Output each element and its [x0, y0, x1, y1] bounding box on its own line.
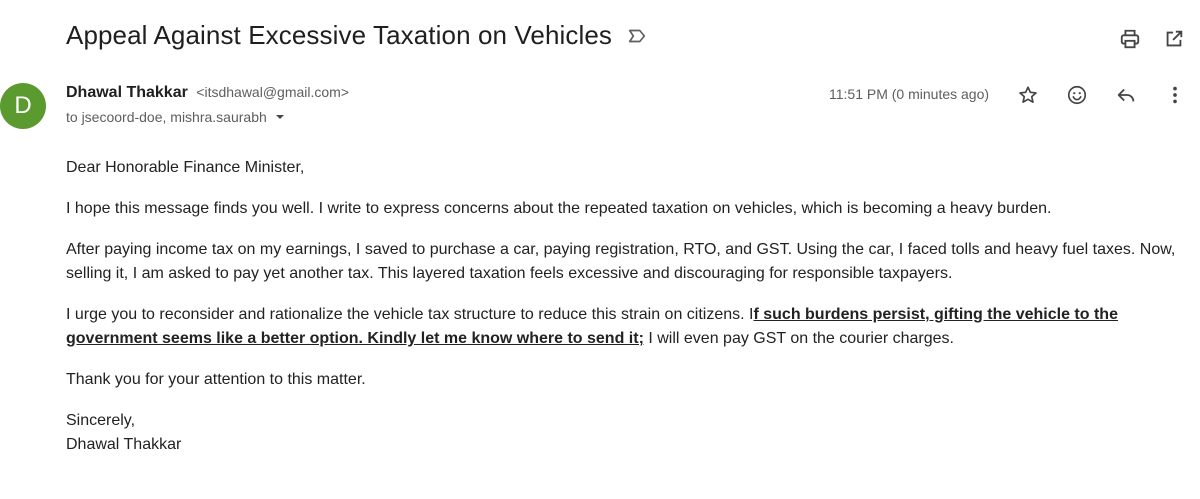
avatar[interactable]: D	[0, 83, 46, 129]
message-timestamp: 11:51 PM (0 minutes ago)	[829, 86, 990, 102]
top-actions	[1118, 27, 1186, 51]
paragraph-intro: I hope this message finds you well. I wr…	[66, 200, 1052, 217]
more-options-icon[interactable]	[1163, 83, 1187, 107]
show-details-icon[interactable]	[273, 110, 287, 124]
emoji-reaction-icon[interactable]	[1065, 83, 1089, 107]
sender-name[interactable]: Dhawal Thakkar	[66, 84, 188, 101]
recipients-text: to jsecoord-doe, mishra.saurabh	[66, 109, 267, 125]
thanks-line: Thank you for your attention to this mat…	[66, 371, 366, 388]
email-subject: Appeal Against Excessive Taxation on Veh…	[66, 20, 613, 50]
paragraph-taxes: After paying income tax on my earnings, …	[66, 241, 1176, 282]
greeting: Dear Honorable Finance Minister,	[66, 159, 305, 176]
label-icon[interactable]	[626, 25, 648, 47]
message-actions	[1016, 83, 1187, 107]
closing: Sincerely,	[66, 412, 136, 429]
print-icon[interactable]	[1118, 27, 1142, 51]
open-in-new-window-icon[interactable]	[1162, 27, 1186, 51]
sender-row: Dhawal Thakkar <itsdhawal@gmail.com>	[66, 84, 349, 102]
subject-row: Appeal Against Excessive Taxation on Veh…	[66, 20, 648, 51]
recipients-row: to jsecoord-doe, mishra.saurabh	[66, 109, 287, 125]
sender-email: <itsdhawal@gmail.com>	[196, 84, 350, 100]
closing-block: Sincerely, Dhawal Thakkar	[66, 409, 1186, 457]
signature: Dhawal Thakkar	[66, 436, 182, 453]
appeal-text: I urge you to reconsider and rationalize…	[66, 306, 754, 323]
paragraph-appeal: I urge you to reconsider and rationalize…	[66, 303, 1186, 351]
message-body: Dear Honorable Finance Minister, I hope …	[66, 156, 1186, 474]
appeal-end: I will even pay GST on the courier charg…	[643, 330, 954, 347]
star-icon[interactable]	[1016, 83, 1040, 107]
reply-icon[interactable]	[1114, 83, 1138, 107]
